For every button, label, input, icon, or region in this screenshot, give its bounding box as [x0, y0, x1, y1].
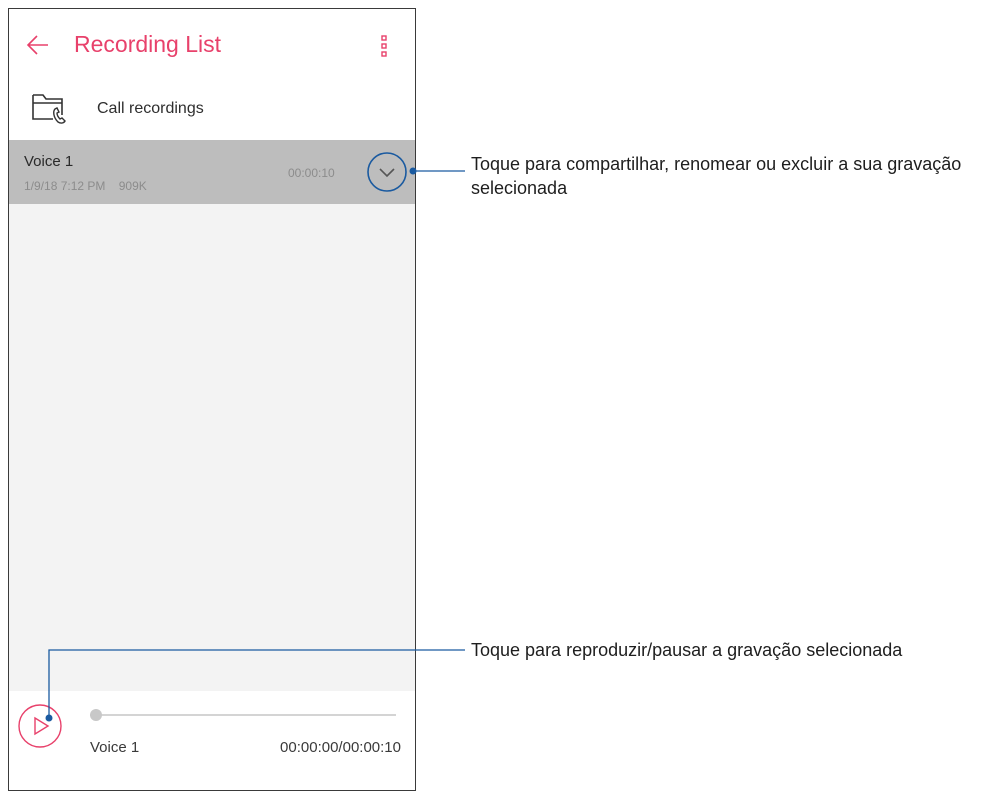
call-recordings-folder[interactable]: Call recordings — [9, 85, 415, 141]
page-title: Recording List — [74, 31, 222, 57]
folder-phone-icon — [32, 94, 66, 124]
chevron-down-icon — [379, 168, 395, 178]
recording-name: Voice 1 — [24, 153, 74, 170]
callout-expand-text: Toque para compartilhar, renomear ou exc… — [471, 154, 962, 198]
phone-screen: Recording List Call recordings Voice 1 1… — [8, 8, 416, 791]
recording-date: 1/9/18 7:12 PM — [24, 179, 106, 193]
recording-item[interactable]: Voice 1 1/9/18 7:12 PM 909K 00:00:10 — [9, 140, 415, 204]
expand-button[interactable] — [366, 151, 408, 193]
recording-list: Voice 1 1/9/18 7:12 PM 909K 00:00:10 — [9, 140, 415, 691]
play-button[interactable] — [17, 703, 63, 749]
recording-meta: 1/9/18 7:12 PM 909K — [24, 179, 157, 193]
app-bar: Recording List — [9, 9, 415, 85]
seek-track — [90, 714, 396, 716]
seek-thumb[interactable] — [90, 709, 102, 721]
play-icon — [34, 716, 50, 736]
seek-bar[interactable] — [90, 709, 396, 721]
folder-label: Call recordings — [97, 100, 204, 117]
recording-size: 909K — [118, 179, 147, 193]
recording-duration: 00:00:10 — [288, 166, 335, 180]
callout-play-text: Toque para reproduzir/pausar a gravação … — [471, 640, 903, 660]
more-vertical-icon[interactable] — [379, 35, 389, 57]
arrow-left-icon[interactable] — [26, 33, 50, 57]
player-recording-name: Voice 1 — [90, 739, 140, 756]
player-time: 00:00:00/00:00:10 — [280, 739, 401, 756]
player-bar: Voice 1 00:00:00/00:00:10 — [9, 691, 415, 790]
